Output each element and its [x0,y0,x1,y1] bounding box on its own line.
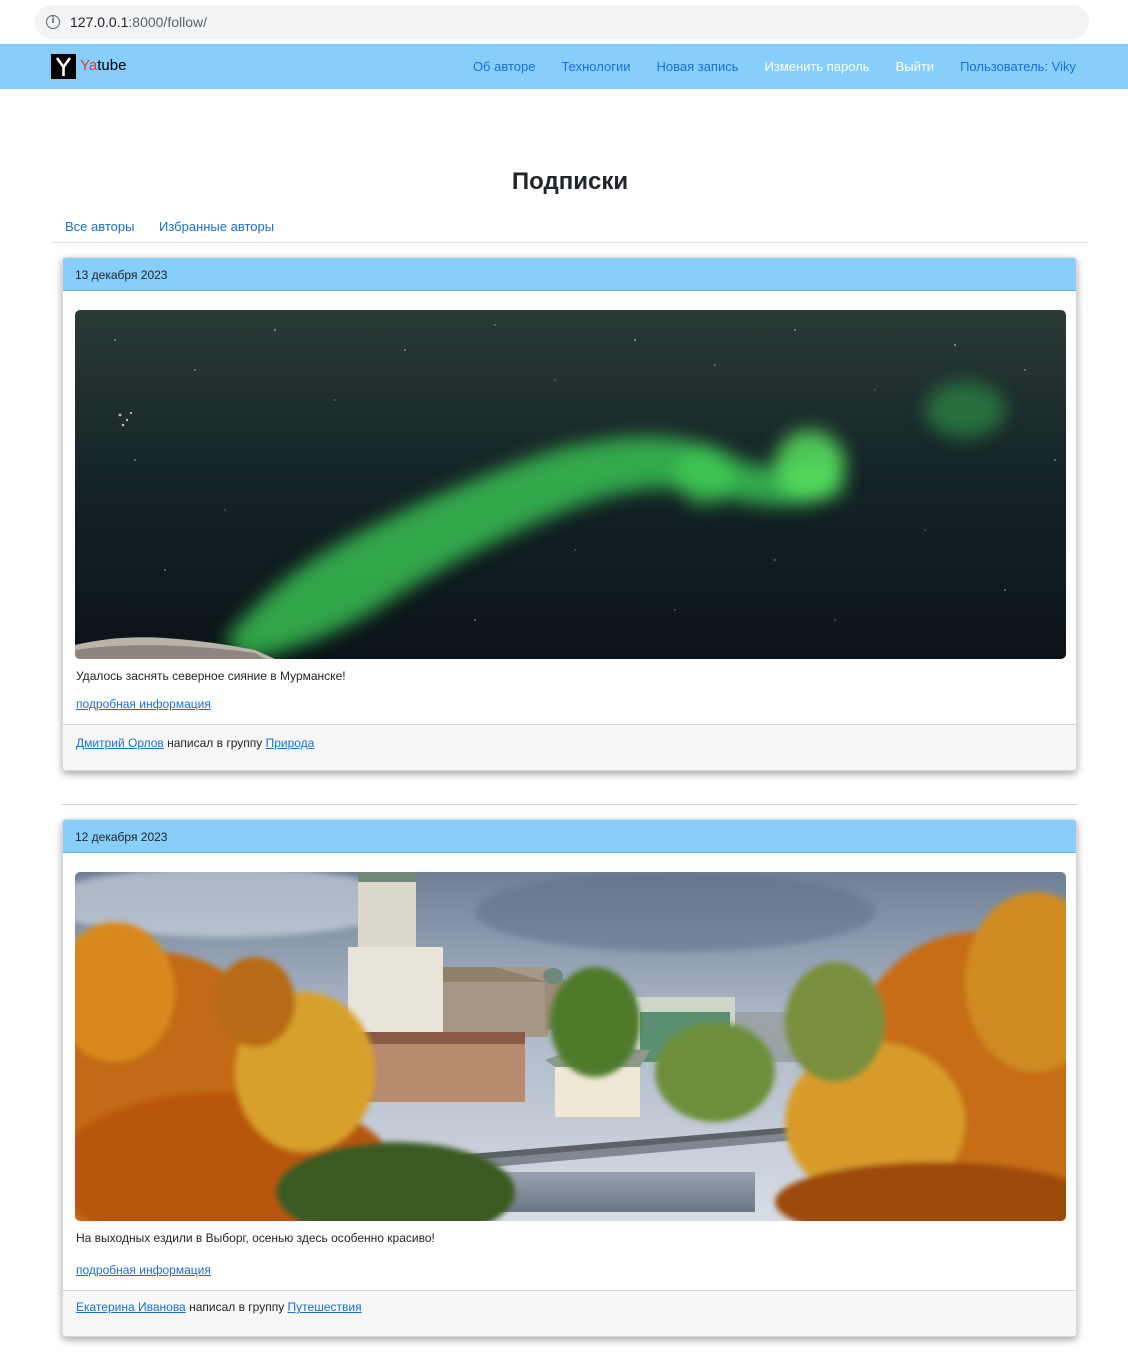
tab-all-authors[interactable]: Все авторы [65,219,134,234]
brand-link[interactable]: Yatube [80,57,126,74]
brand-ya: Ya [80,57,98,74]
url-host: 127.0.0.1 [70,14,129,30]
post-details-link[interactable]: подробная информация [76,697,211,711]
url-path: :8000/follow/ [128,14,207,30]
info-icon[interactable]: i [46,15,60,29]
wrote-in-text: написал в группу [185,1300,288,1314]
brand-tube: tube [97,57,127,74]
navbar: Yatube Об авторе Технологии Новая запись… [0,44,1128,89]
nav-new-post[interactable]: Новая запись [656,59,738,74]
aurora-photo-icon [75,310,1066,659]
post-footer: Дмитрий Орлов написал в группу Природа [63,724,1076,770]
tab-favorite-authors[interactable]: Избранные авторы [159,219,274,234]
browser-address-bar: i 127.0.0.1:8000/follow/ [0,0,1128,44]
author-tabs: Все авторы Избранные авторы [51,212,1088,243]
group-link[interactable]: Путешествия [288,1300,362,1314]
nav-user[interactable]: Пользователь: Viky [960,59,1076,74]
vyborg-castle-photo-icon [75,872,1066,1221]
post-date: 13 декабря 2023 [63,258,1076,291]
nav-about-author[interactable]: Об авторе [473,59,536,74]
nav-change-password[interactable]: Изменить пароль [765,59,870,74]
url-text[interactable]: 127.0.0.1:8000/follow/ [70,14,207,30]
url-field[interactable]: i 127.0.0.1:8000/follow/ [35,5,1089,39]
group-link[interactable]: Природа [266,736,315,750]
post-date: 12 декабря 2023 [63,820,1076,853]
wrote-in-text: написал в группу [163,736,266,750]
post-card: 12 декабря 2023 На выходных ездили в Выб… [62,819,1077,1337]
post-text: Удалось заснять северное сияние в Мурман… [76,669,346,683]
author-link[interactable]: Дмитрий Орлов [76,736,164,750]
nav-links: Об авторе Технологии Новая запись Измени… [473,59,1076,74]
nav-technologies[interactable]: Технологии [561,59,630,74]
author-link[interactable]: Екатерина Иванова [76,1300,186,1314]
nav-logout[interactable]: Выйти [896,59,935,74]
post-card: 13 декабря 2023 Удалось заснять северное… [62,257,1077,771]
post-details-link[interactable]: подробная информация [76,1263,211,1277]
post-divider [62,804,1077,805]
post-text: На выходных ездили в Выборг, осенью здес… [76,1231,435,1245]
post-footer: Екатерина Иванова написал в группу Путеш… [63,1290,1076,1336]
yatube-logo-icon[interactable] [51,54,76,79]
page-title: Подписки [511,168,629,195]
